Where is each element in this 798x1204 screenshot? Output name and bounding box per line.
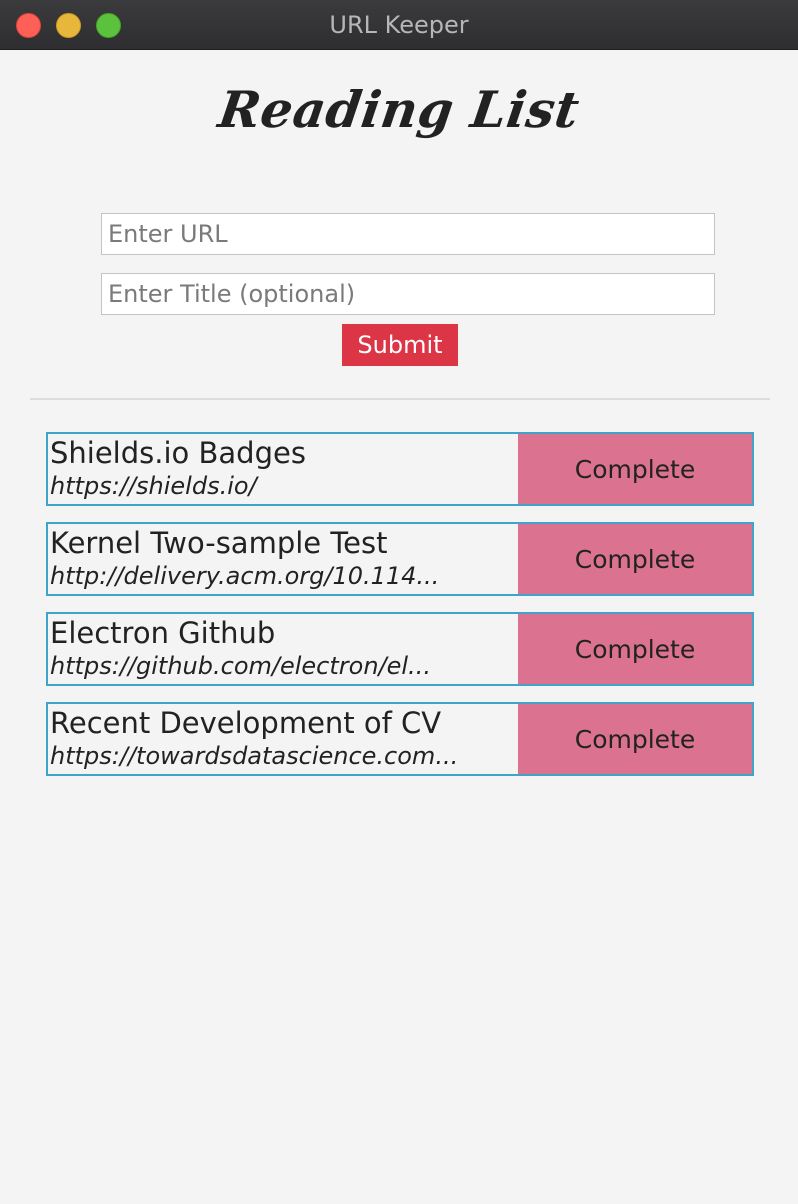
window-title: URL Keeper: [329, 11, 469, 39]
list-item[interactable]: Electron Github https://github.com/elect…: [46, 612, 754, 686]
list-item[interactable]: Recent Development of CV https://towards…: [46, 702, 754, 776]
list-item-title: Kernel Two-sample Test: [50, 526, 388, 560]
divider: [30, 398, 770, 400]
list-item[interactable]: Shields.io Badges https://shields.io/ Co…: [46, 432, 754, 506]
page-title: Reading List: [214, 80, 584, 139]
list-item-url[interactable]: https://towardsdatascience.com...: [50, 741, 516, 771]
complete-button[interactable]: Complete: [518, 434, 752, 504]
list-item-text: Electron Github https://github.com/elect…: [50, 615, 516, 681]
title-bar[interactable]: URL Keeper: [0, 0, 798, 50]
list-item-title: Shields.io Badges: [50, 436, 306, 470]
submit-button[interactable]: Submit: [342, 324, 458, 366]
list-item-url[interactable]: https://github.com/electron/el...: [50, 651, 516, 681]
list-item-title: Recent Development of CV: [50, 706, 442, 740]
complete-button[interactable]: Complete: [518, 614, 752, 684]
list-item-text: Kernel Two-sample Test http://delivery.a…: [50, 525, 516, 591]
list-item-text: Shields.io Badges https://shields.io/: [50, 435, 516, 501]
app-window: URL Keeper Reading List Submit Shields.i…: [0, 0, 798, 1204]
list-item-text: Recent Development of CV https://towards…: [50, 705, 516, 771]
list-item-title: Electron Github: [50, 616, 276, 650]
list-item[interactable]: Kernel Two-sample Test http://delivery.a…: [46, 522, 754, 596]
list-item-url[interactable]: https://shields.io/: [50, 471, 516, 501]
complete-button[interactable]: Complete: [518, 524, 752, 594]
reading-list: Shields.io Badges https://shields.io/ Co…: [46, 432, 754, 792]
list-item-url[interactable]: http://delivery.acm.org/10.114...: [50, 561, 516, 591]
title-input[interactable]: [101, 273, 715, 315]
complete-button[interactable]: Complete: [518, 704, 752, 774]
url-input[interactable]: [101, 213, 715, 255]
